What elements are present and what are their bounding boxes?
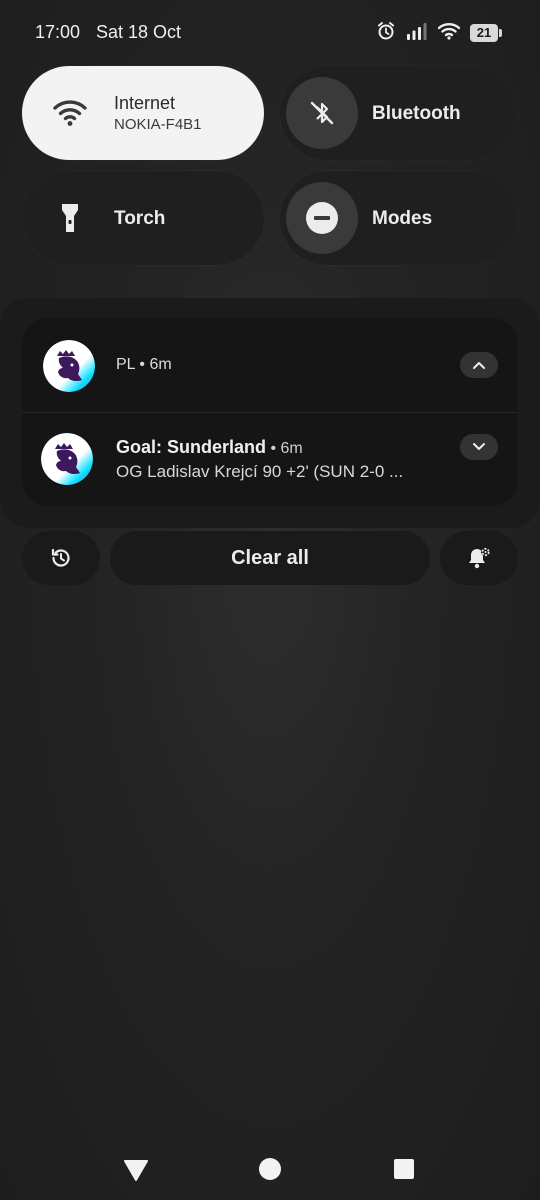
notification-settings-button[interactable] xyxy=(440,531,518,585)
history-icon xyxy=(51,548,70,567)
status-bar: 17:00 Sat 18 Oct 21 xyxy=(0,0,540,64)
recents-square-icon xyxy=(394,1159,414,1179)
tile-bluetooth-label: Bluetooth xyxy=(372,103,461,124)
notification-divider xyxy=(22,412,518,413)
home-circle-icon xyxy=(259,1158,281,1180)
tile-internet[interactable]: Internet NOKIA-F4B1 xyxy=(22,66,264,160)
clear-all-button[interactable]: Clear all xyxy=(110,531,430,585)
group-app-name: PL xyxy=(116,356,135,373)
wifi-icon xyxy=(50,93,90,133)
pl-logo-icon xyxy=(43,340,95,392)
tile-bluetooth[interactable]: Bluetooth xyxy=(280,66,518,160)
navigation-bar xyxy=(0,1140,540,1200)
notification-separator: • xyxy=(266,440,281,457)
back-triangle-icon xyxy=(124,1160,148,1181)
battery-level: 21 xyxy=(476,25,492,40)
status-date: Sat 18 Oct xyxy=(96,22,182,42)
pl-logo-icon xyxy=(41,433,93,485)
history-button[interactable] xyxy=(22,531,100,585)
notification-settings-icon xyxy=(469,547,490,569)
clear-all-label: Clear all xyxy=(231,546,309,569)
notification-title: Goal: Sunderland xyxy=(116,437,267,457)
chevron-down-icon xyxy=(473,443,485,450)
recents-button[interactable] xyxy=(393,1158,415,1185)
alarm-icon xyxy=(376,21,396,46)
notification-group-header: PL • 6m xyxy=(116,356,172,374)
group-time: 6m xyxy=(149,356,172,373)
bluetooth-off-icon xyxy=(286,77,358,149)
do-not-disturb-icon xyxy=(286,182,358,254)
torch-icon xyxy=(50,198,90,238)
collapse-button[interactable] xyxy=(460,352,498,378)
status-time: 17:00 xyxy=(35,22,81,42)
notification-title-row[interactable]: Goal: Sunderland • 6m xyxy=(116,437,303,458)
tile-modes-label: Modes xyxy=(372,208,433,229)
back-button[interactable] xyxy=(123,1158,149,1187)
tile-torch-label: Torch xyxy=(114,208,166,229)
wifi-icon xyxy=(437,22,461,45)
battery-icon: 21 xyxy=(470,24,502,42)
chevron-up-icon xyxy=(473,362,485,369)
tile-modes[interactable]: Modes xyxy=(280,171,518,265)
group-separator: • xyxy=(134,356,150,373)
notification-time: 6m xyxy=(280,440,303,457)
tile-internet-label: Internet xyxy=(114,93,176,113)
tile-internet-subtitle: NOKIA-F4B1 xyxy=(114,116,202,133)
status-icons: 21 xyxy=(376,21,502,46)
signal-icon xyxy=(406,22,428,45)
tile-torch[interactable]: Torch xyxy=(22,171,264,265)
home-button[interactable] xyxy=(258,1157,282,1186)
expand-button[interactable] xyxy=(460,434,498,460)
notification-body[interactable]: OG Ladislav Krejcí 90 +2' (SUN 2-0 ... xyxy=(116,462,446,482)
